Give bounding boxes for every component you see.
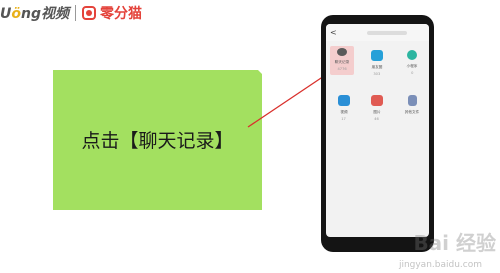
file-icon [407, 95, 417, 106]
tile-label: 朋友圈 [371, 64, 383, 69]
tile-other-files[interactable]: 其他文件 [400, 95, 424, 116]
image-icon [371, 95, 383, 106]
tile-label: 其他文件 [404, 109, 420, 114]
chat-bubbles-icon [337, 48, 347, 56]
tile-count: 0 [410, 70, 414, 75]
baidu-watermark: Bai 经验 [413, 231, 496, 255]
tile-count: 303 [373, 71, 381, 76]
tile-label: 图片 [373, 109, 381, 114]
tile-moments[interactable]: 朋友圈 303 [365, 50, 389, 76]
tile-count: 17 [341, 116, 347, 121]
tile-video[interactable]: 视频 17 [332, 95, 356, 121]
tile-count: 4776 [337, 66, 347, 71]
phone-title-placeholder [366, 30, 407, 35]
tile-label: 小程序 [406, 63, 418, 68]
baidu-url: jingyan.baidu.com [398, 260, 482, 270]
tile-label: 聊天记录 [334, 59, 350, 64]
phone-top-bar: < [326, 24, 429, 41]
tile-count: 46 [374, 116, 380, 121]
back-icon[interactable]: < [330, 28, 337, 37]
storage-category-grid: 聊天记录 4776 朋友圈 303 小程序 0 视频 17 图片 46 其他文件 [326, 41, 429, 161]
moments-icon [371, 50, 383, 61]
tile-label: 视频 [340, 109, 348, 114]
tile-images[interactable]: 图片 46 [365, 95, 389, 121]
mini-program-icon [407, 50, 417, 60]
phone-screen: < 聊天记录 4776 朋友圈 303 小程序 0 视频 17 图片 46 其他… [326, 24, 429, 237]
phone-frame: < 聊天记录 4776 朋友圈 303 小程序 0 视频 17 图片 46 其他… [321, 15, 434, 252]
video-icon [338, 95, 350, 106]
tile-mini-program[interactable]: 小程序 0 [400, 50, 424, 75]
tile-chat-history[interactable]: 聊天记录 4776 [330, 46, 354, 75]
